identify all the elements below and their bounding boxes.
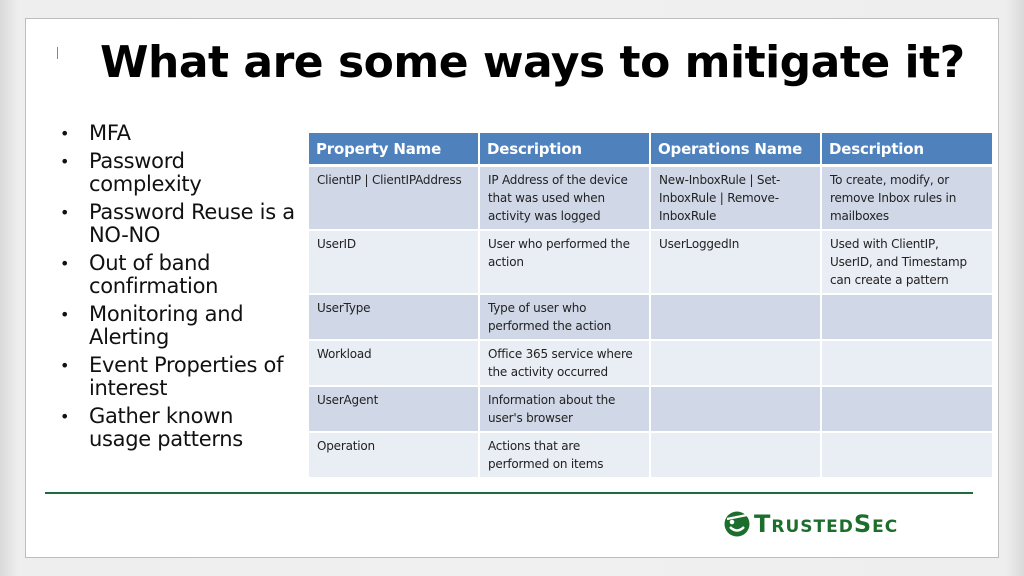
- bullet-text: Event Properties of interest: [89, 353, 284, 400]
- table-cell: Actions that are performed on items: [479, 432, 651, 479]
- table-cell: [821, 340, 994, 387]
- bullet-item: • MFA: [56, 122, 296, 145]
- table-cell: [821, 432, 994, 479]
- table-row: UserID User who performed the action Use…: [309, 230, 994, 295]
- header-operations-name: Operations Name: [650, 133, 822, 167]
- bullet-text: Out of band confirmation: [89, 251, 219, 298]
- bullet-icon: •: [60, 407, 70, 426]
- bullet-item: • Out of band confirmation: [56, 252, 296, 298]
- table-cell: [821, 294, 994, 341]
- table-cell: New-InboxRule | Set-InboxRule | Remove-I…: [650, 165, 822, 231]
- bullet-item: • Gather known usage patterns: [56, 405, 296, 451]
- header-property-name: Property Name: [309, 133, 480, 167]
- table-cell: UserAgent: [309, 386, 480, 433]
- table-cell: UserType: [309, 294, 480, 341]
- table-row: UserAgent Information about the user's b…: [309, 386, 994, 433]
- table-cell: Office 365 service where the activity oc…: [479, 340, 651, 387]
- table-cell: [650, 386, 822, 433]
- event-properties-table: Property Name Description Operations Nam…: [309, 133, 994, 479]
- slide: What are some ways to mitigate it? • MFA …: [25, 18, 999, 558]
- bullet-text: MFA: [89, 121, 131, 145]
- header-description: Description: [479, 133, 651, 167]
- bullet-item: • Event Properties of interest: [56, 354, 296, 400]
- table-cell: Type of user who performed the action: [479, 294, 651, 341]
- table-cell: [650, 294, 822, 341]
- bullet-item: • Password complexity: [56, 150, 296, 196]
- table-row: ClientIP | ClientIPAddress IP Address of…: [309, 165, 994, 231]
- bullet-list: • MFA • Password complexity • Password Reus…: [56, 122, 296, 456]
- bullet-text: Password complexity: [89, 149, 202, 196]
- logo-wordmark: TrustedSec: [754, 510, 899, 538]
- table-row: UserType Type of user who performed the …: [309, 294, 994, 341]
- smiley-eyepatch-icon: [724, 511, 750, 537]
- bullet-item: • Monitoring and Alerting: [56, 303, 296, 349]
- header-operation-description: Description: [821, 133, 994, 167]
- trustedsec-logo: TrustedSec: [723, 510, 898, 538]
- bullet-text: Gather known usage patterns: [89, 404, 243, 451]
- bullet-icon: •: [60, 254, 70, 273]
- table-cell: User who performed the action: [479, 230, 651, 295]
- table-cell: [650, 340, 822, 387]
- table-row: Workload Office 365 service where the ac…: [309, 340, 994, 387]
- bullet-item: • Password Reuse is a NO-NO: [56, 201, 296, 247]
- table-cell: IP Address of the device that was used w…: [479, 165, 651, 231]
- table-cell: Information about the user's browser: [479, 386, 651, 433]
- slide-title: What are some ways to mitigate it?: [100, 37, 965, 88]
- table-cell: Operation: [309, 432, 480, 479]
- bullet-icon: •: [60, 305, 70, 324]
- bullet-text: Password Reuse is a NO-NO: [89, 200, 295, 247]
- bullet-text: Monitoring and Alerting: [89, 302, 244, 349]
- bullet-icon: •: [60, 124, 70, 143]
- table-cell: Workload: [309, 340, 480, 387]
- table-cell: UserLoggedIn: [650, 230, 822, 295]
- table-cell: Used with ClientIP, UserID, and Timestam…: [821, 230, 994, 295]
- bullet-icon: •: [60, 356, 70, 375]
- text-cursor: [57, 47, 58, 59]
- table-cell: UserID: [309, 230, 480, 295]
- table-cell: ClientIP | ClientIPAddress: [309, 165, 480, 231]
- table-header-row: Property Name Description Operations Nam…: [309, 133, 994, 167]
- footer-divider: [45, 492, 973, 494]
- bullet-icon: •: [60, 203, 70, 222]
- table-cell: [650, 432, 822, 479]
- table-cell: To create, modify, or remove Inbox rules…: [821, 165, 994, 231]
- table-cell: [821, 386, 994, 433]
- table-row: Operation Actions that are performed on …: [309, 432, 994, 479]
- bullet-icon: •: [60, 152, 70, 171]
